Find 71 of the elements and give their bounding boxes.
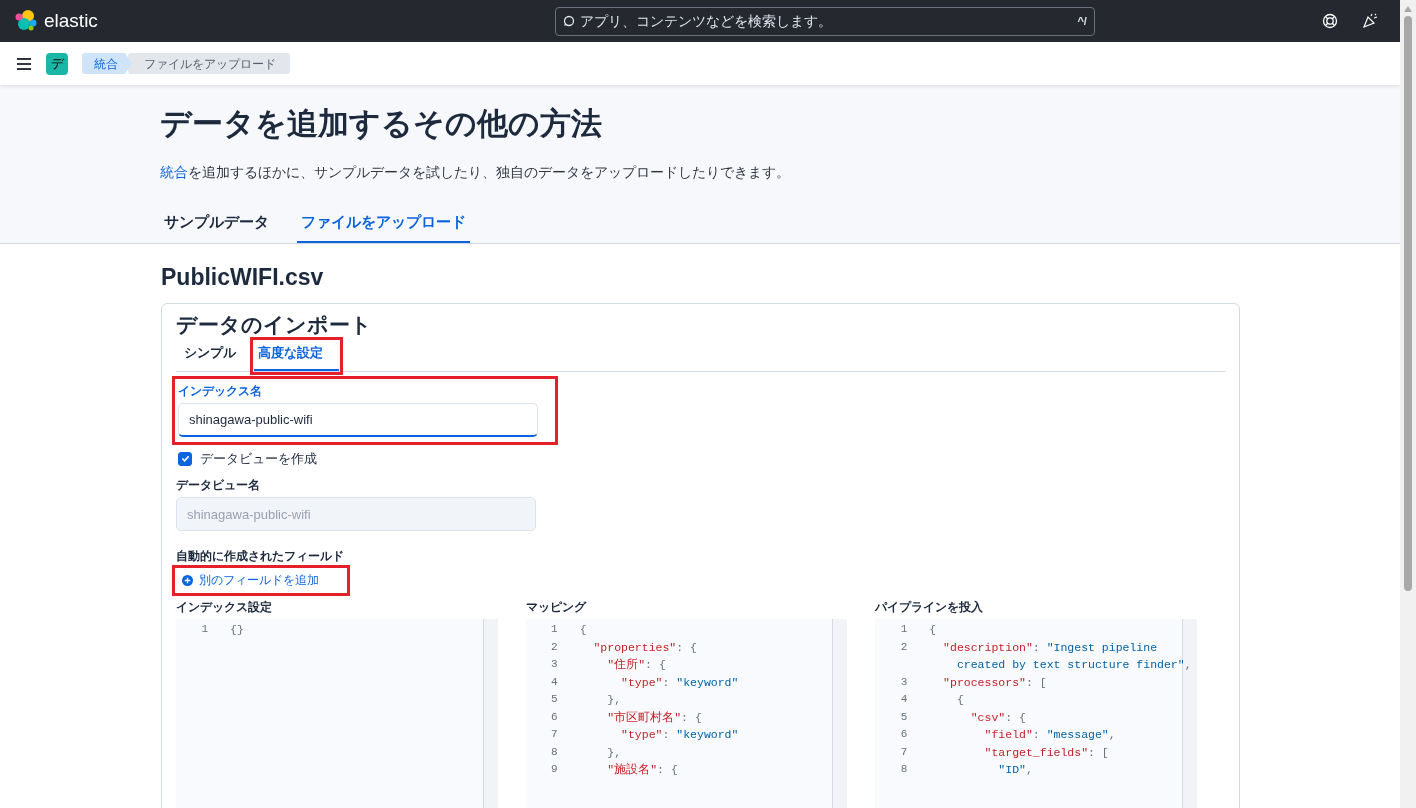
code-line: "市区町村名": { [606,709,702,726]
code-editor[interactable]: 1 { 2 "properties": { 3 "住所": { 4 "type": "keyword" 5 }, 6 "市区町村名": { 7 "type": "keyword" 8 }, 9 "施設名": { [525,618,848,808]
line-number: 7 [899,744,909,760]
scrollbar-thumb[interactable] [1404,16,1412,591]
add-field-button[interactable]: 別のフィールドを追加 [176,569,325,592]
party-popper-icon[interactable] [1362,13,1378,29]
code-line: "description": "Ingest pipeline [942,639,1158,656]
space-avatar[interactable]: デ [46,52,68,75]
line-number: 3 [899,674,909,690]
page-title: データを追加するその他の方法 [160,105,603,143]
code-line: "field": "message", [983,727,1116,744]
line-number: 7 [550,727,559,743]
line-number: 8 [899,762,909,778]
line-number: 1 [550,622,559,638]
code-line: "target_fields": [ [983,744,1109,761]
code-line: { [955,692,964,709]
line-number: 2 [550,639,559,655]
code-line: "processors": [ [942,674,1047,691]
code-line: {} [229,622,244,639]
menu-icon[interactable] [16,56,32,71]
code-line: "type": "keyword" [620,674,739,691]
code-editor[interactable]: 1 { 2 "description": "Ingest pipeline created by text structure finder", 3 "processors": [ 4 { 5 "csv": { 6 "field": "message", 7 "target_fields": [ 8 "ID", [875,618,1197,808]
help-icon[interactable] [1322,13,1338,29]
logo-icon [14,9,38,33]
code-line: "住所": { [606,657,666,674]
code-line: "type": "keyword" [620,727,739,744]
code-line: created by text structure finder", [955,657,1192,674]
line-number: 4 [550,674,559,690]
line-number: 6 [550,709,559,725]
editor-label: インデックス設定 [176,598,273,616]
line-number: 1 [200,622,209,638]
editor-label: マッピング [525,598,588,616]
integrations-link[interactable]: 統合 [160,164,188,181]
tab[interactable]: シンプル [180,341,240,371]
code-line: "ID", [997,762,1033,779]
line-number: 5 [899,709,909,725]
line-number: 4 [899,692,909,708]
index-name-field[interactable]: shinagawa-public-wifi [178,402,538,437]
tab[interactable]: サンプルデータ [160,205,273,243]
line-number: 3 [550,657,559,673]
plus-circle-icon [182,574,193,586]
logo-text[interactable]: elastic [44,6,98,36]
shortcut-hint: ^/ [1077,13,1087,29]
panel-title: データのインポート [176,312,373,338]
tab[interactable]: ファイルをアップロード [297,205,470,243]
code-line: "csv": { [969,709,1026,726]
line-number: 6 [899,727,909,743]
line-number: 9 [550,762,559,778]
line-number: 2 [899,639,909,655]
page-description: 統合を追加するほかに、サンプルデータを試したり、独自のデータをアップロードしたりできます。 [160,163,791,183]
checkmark-icon [180,454,190,464]
search-icon [562,14,575,27]
code-line: "施設名": { [606,762,678,779]
field-label: データビュー名 [176,477,261,495]
breadcrumb-item[interactable]: 統合 [82,53,132,74]
line-number: 1 [899,622,909,638]
editor-label: パイプラインを投入 [875,598,985,616]
checkbox-label[interactable]: データビューを作成 [200,448,317,469]
field-label: インデックス名 [178,382,263,400]
code-editor[interactable]: 1 {} [176,618,498,808]
field-label: 自動的に作成されたフィールド [176,548,345,566]
code-line: }, [606,744,622,761]
code-line: { [928,622,937,639]
code-line: { [578,622,587,639]
checkbox[interactable] [178,451,192,466]
file-title: PublicWIFI.csv [161,263,325,292]
code-line: "properties": { [592,639,697,656]
breadcrumb-item[interactable]: ファイルをアップロード [128,53,290,74]
code-line: }, [606,692,622,709]
line-number: 8 [550,744,559,760]
line-number: 5 [550,692,559,708]
